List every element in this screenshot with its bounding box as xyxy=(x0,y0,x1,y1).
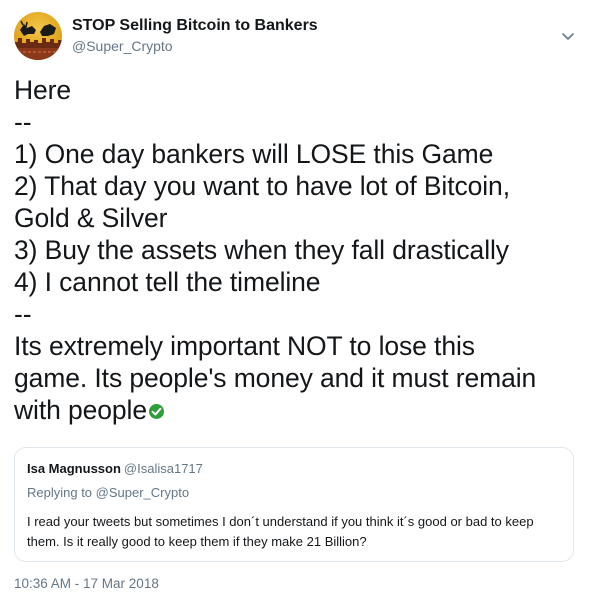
tweet-header: STOP Selling Bitcoin to Bankers @Super_C… xyxy=(14,12,584,64)
tweet-line: -- xyxy=(14,299,32,329)
tweet-card: STOP Selling Bitcoin to Bankers @Super_C… xyxy=(0,0,598,603)
tweet-text: Here -- 1) One day bankers will LOSE thi… xyxy=(14,74,584,426)
tweet-line-last: with people xyxy=(14,394,584,426)
quoted-author-handle[interactable]: @Isalisa1717 xyxy=(124,461,203,476)
quoted-tweet-header: Isa Magnusson @Isalisa1717 xyxy=(27,460,203,478)
tweet-line: 4) I cannot tell the timeline xyxy=(14,267,321,297)
white-heavy-check-mark-icon xyxy=(148,395,165,419)
author-display-name[interactable]: STOP Selling Bitcoin to Bankers xyxy=(72,16,318,36)
tweet-line-text: with people xyxy=(14,395,147,425)
quoted-tweet-text: I read your tweets but sometimes I don´t… xyxy=(27,514,534,549)
tweet-line: 3) Buy the assets when they fall drastic… xyxy=(14,235,509,265)
tweet-line: 1) One day bankers will LOSE this Game xyxy=(14,139,494,169)
author-block: STOP Selling Bitcoin to Bankers @Super_C… xyxy=(72,16,318,56)
replying-to-handle[interactable]: @Super_Crypto xyxy=(96,485,189,500)
quoted-tweet[interactable]: Isa Magnusson @Isalisa1717 Replying to @S… xyxy=(14,447,574,562)
tweet-line: -- xyxy=(14,107,32,137)
avatar-image xyxy=(14,20,62,60)
tweet-line: game. Its people's money and it must rem… xyxy=(14,363,537,393)
chevron-down-icon[interactable] xyxy=(558,26,578,46)
quoted-author-name[interactable]: Isa Magnusson xyxy=(27,461,121,476)
tweet-line: Gold & Silver xyxy=(14,203,168,233)
tweet-line: Its extremely important NOT to lose this xyxy=(14,331,475,361)
replying-to: Replying to @Super_Crypto xyxy=(27,484,189,502)
tweet-line: Here xyxy=(14,75,72,105)
tweet-timestamp[interactable]: 10:36 AM - 17 Mar 2018 xyxy=(14,576,159,591)
tweet-line: 2) That day you want to have lot of Bitc… xyxy=(14,171,510,201)
replying-to-prefix: Replying to xyxy=(27,485,93,500)
author-handle[interactable]: @Super_Crypto xyxy=(72,36,318,56)
avatar[interactable] xyxy=(14,12,62,60)
